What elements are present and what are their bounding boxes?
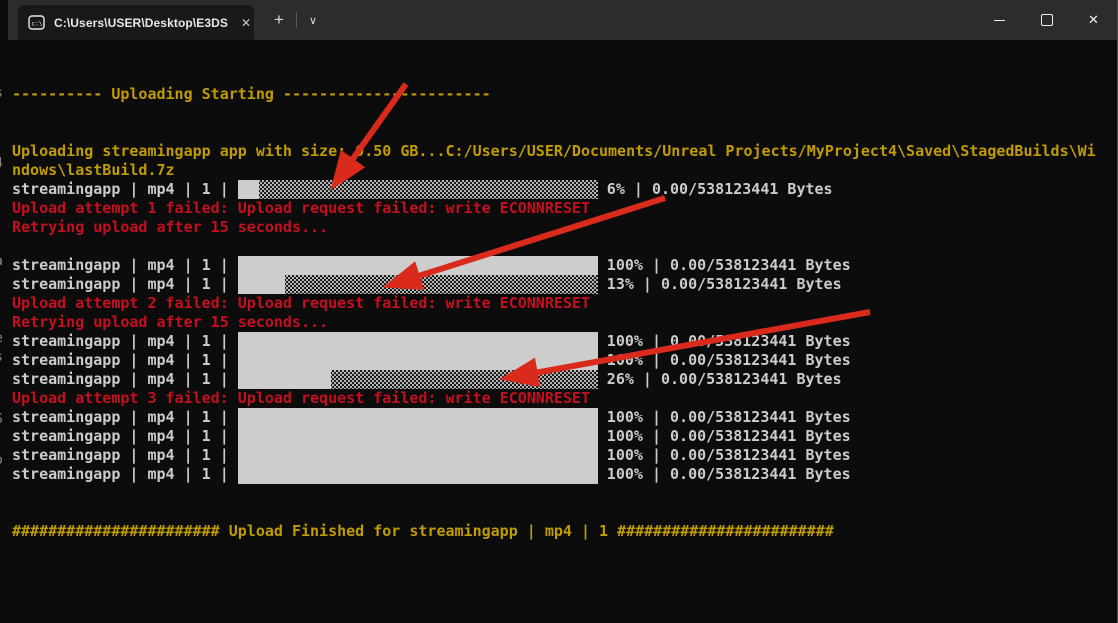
progress-bar-fill: [238, 465, 598, 484]
progress-prefix: streamingapp | mp4 | 1 |: [12, 332, 238, 350]
background-text-fragment: a: [0, 254, 3, 269]
progress-bar-fill: [238, 408, 598, 427]
terminal-line: Retrying upload after 15 seconds...: [12, 313, 1117, 332]
progress-stats: 100% | 0.00/538123441 Bytes: [598, 446, 851, 464]
progress-bar-fill: [238, 332, 598, 351]
terminal-output: ---------- Uploading Starting ----------…: [12, 85, 1117, 541]
progress-prefix: streamingapp | mp4 | 1 |: [12, 370, 238, 388]
progress-stats: 26% | 0.00/538123441 Bytes: [598, 370, 842, 388]
terminal-line: streamingapp | mp4 | 1 | 13% | 0.00/5381…: [12, 275, 1117, 294]
progress-stats: 6% | 0.00/538123441 Bytes: [598, 180, 833, 198]
maximize-button[interactable]: [1023, 0, 1070, 40]
background-text-fragment: 4: [0, 156, 3, 171]
progress-bar-fill: [238, 446, 598, 465]
titlebar-drag-area[interactable]: [329, 0, 976, 40]
progress-bar: [238, 351, 598, 370]
terminal-window: c:\ C:\Users\USER\Desktop\E3DS ✕ + ∨ ✕ -…: [8, 0, 1118, 623]
progress-stats: 100% | 0.00/538123441 Bytes: [598, 256, 851, 274]
progress-prefix: streamingapp | mp4 | 1 |: [12, 256, 238, 274]
progress-bar-fill: [238, 351, 598, 370]
tab-active[interactable]: c:\ C:\Users\USER\Desktop\E3DS ✕: [18, 5, 254, 40]
terminal-line: Upload attempt 3 failed: Upload request …: [12, 389, 1117, 408]
terminal-line: streamingapp | mp4 | 1 | 100% | 0.00/538…: [12, 446, 1117, 465]
progress-bar: [238, 275, 598, 294]
progress-prefix: streamingapp | mp4 | 1 |: [12, 408, 238, 426]
progress-bar: [238, 180, 598, 199]
background-window-sliver: s4aesSo: [0, 0, 8, 623]
command-prompt-icon: c:\: [28, 15, 45, 30]
svg-text:c:\: c:\: [31, 21, 42, 28]
terminal-line: [12, 104, 1117, 123]
terminal-line: streamingapp | mp4 | 1 | 6% | 0.00/53812…: [12, 180, 1117, 199]
close-button[interactable]: ✕: [1070, 0, 1117, 40]
terminal-line: Retrying upload after 15 seconds...: [12, 218, 1117, 237]
background-text-fragment: S: [0, 412, 3, 427]
terminal-content[interactable]: ---------- Uploading Starting ----------…: [8, 40, 1117, 623]
terminal-line: streamingapp | mp4 | 1 | 100% | 0.00/538…: [12, 408, 1117, 427]
progress-stats: 100% | 0.00/538123441 Bytes: [598, 408, 851, 426]
terminal-line: streamingapp | mp4 | 1 | 100% | 0.00/538…: [12, 332, 1117, 351]
progress-bar-fill: [238, 180, 260, 199]
terminal-line: Upload attempt 1 failed: Upload request …: [12, 199, 1117, 218]
progress-bar: [238, 427, 598, 446]
titlebar[interactable]: c:\ C:\Users\USER\Desktop\E3DS ✕ + ∨ ✕: [8, 0, 1117, 40]
progress-bar: [238, 370, 598, 389]
terminal-line: ndows\lastBuild.7z: [12, 161, 1117, 180]
tab-dropdown-button[interactable]: ∨: [297, 0, 329, 40]
progress-bar-fill: [238, 370, 332, 389]
progress-prefix: streamingapp | mp4 | 1 |: [12, 465, 238, 483]
progress-prefix: streamingapp | mp4 | 1 |: [12, 446, 238, 464]
terminal-line: streamingapp | mp4 | 1 | 100% | 0.00/538…: [12, 351, 1117, 370]
progress-bar-fill: [238, 275, 285, 294]
progress-prefix: streamingapp | mp4 | 1 |: [12, 427, 238, 445]
terminal-line: streamingapp | mp4 | 1 | 26% | 0.00/5381…: [12, 370, 1117, 389]
tab-close-icon[interactable]: ✕: [237, 14, 255, 32]
progress-bar: [238, 332, 598, 351]
progress-bar: [238, 408, 598, 427]
progress-bar-fill: [238, 427, 598, 446]
terminal-line: streamingapp | mp4 | 1 | 100% | 0.00/538…: [12, 427, 1117, 446]
progress-bar: [238, 446, 598, 465]
minimize-icon: [994, 20, 1005, 21]
progress-bar-fill: [238, 256, 598, 275]
maximize-icon: [1041, 14, 1053, 26]
tab-title: C:\Users\USER\Desktop\E3DS: [54, 16, 228, 30]
progress-prefix: streamingapp | mp4 | 1 |: [12, 180, 238, 198]
progress-stats: 100% | 0.00/538123441 Bytes: [598, 427, 851, 445]
progress-bar: [238, 256, 598, 275]
terminal-line: [12, 503, 1117, 522]
close-icon: ✕: [1088, 12, 1099, 28]
minimize-button[interactable]: [976, 0, 1023, 40]
progress-stats: 100% | 0.00/538123441 Bytes: [598, 465, 851, 483]
progress-prefix: streamingapp | mp4 | 1 |: [12, 351, 238, 369]
terminal-line: Upload attempt 2 failed: Upload request …: [12, 294, 1117, 313]
background-text-fragment: o: [0, 453, 3, 468]
terminal-line: streamingapp | mp4 | 1 | 100% | 0.00/538…: [12, 465, 1117, 484]
terminal-line: Uploading streamingapp app with size: 0.…: [12, 142, 1117, 161]
progress-prefix: streamingapp | mp4 | 1 |: [12, 275, 238, 293]
terminal-line: [12, 237, 1117, 256]
terminal-line: ---------- Uploading Starting ----------…: [12, 85, 1117, 104]
terminal-line: [12, 484, 1117, 503]
progress-stats: 100% | 0.00/538123441 Bytes: [598, 332, 851, 350]
terminal-line: streamingapp | mp4 | 1 | 100% | 0.00/538…: [12, 256, 1117, 275]
progress-stats: 13% | 0.00/538123441 Bytes: [598, 275, 842, 293]
progress-bar: [238, 465, 598, 484]
background-text-fragment: s: [0, 350, 3, 365]
terminal-line: ####################### Upload Finished …: [12, 522, 1117, 541]
progress-stats: 100% | 0.00/538123441 Bytes: [598, 351, 851, 369]
background-text-fragment: e: [0, 331, 3, 346]
terminal-line: [12, 123, 1117, 142]
background-text-fragment: s: [0, 86, 3, 101]
new-tab-button[interactable]: +: [262, 0, 296, 40]
